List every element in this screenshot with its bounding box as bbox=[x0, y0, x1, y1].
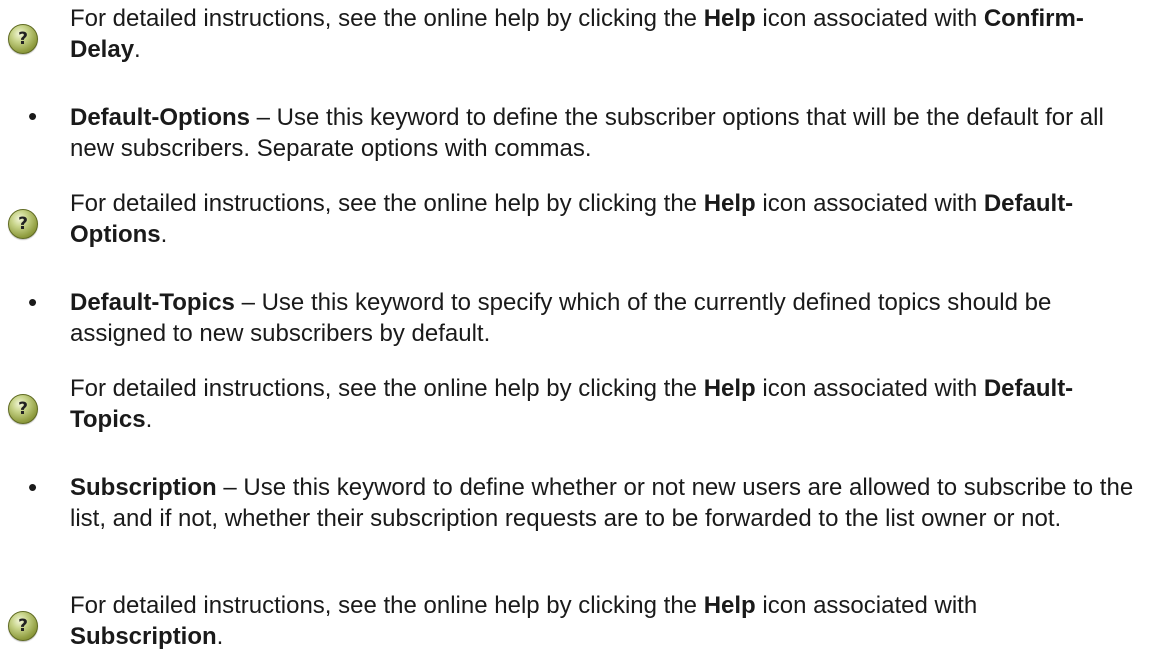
bullet: • bbox=[28, 287, 38, 317]
keyword-subscription: Subscription bbox=[70, 623, 217, 650]
bullet: • bbox=[28, 472, 38, 502]
list-item-text: Subscription – Use this keyword to defin… bbox=[70, 474, 1134, 532]
keyword-subscription: Subscription bbox=[70, 474, 217, 501]
help-label: Help bbox=[703, 592, 756, 619]
keyword-default-options: Default-Options bbox=[70, 104, 250, 131]
help-icon[interactable]: ? bbox=[8, 209, 38, 239]
help-icon[interactable]: ? bbox=[8, 611, 38, 641]
help-label: Help bbox=[703, 190, 756, 217]
list-item-text: Default-Options – Use this keyword to de… bbox=[70, 104, 1104, 162]
help-note-text: For detailed instructions, see the onlin… bbox=[70, 5, 1084, 63]
bullet: • bbox=[28, 101, 38, 131]
list-item-text: Default-Topics – Use this keyword to spe… bbox=[70, 289, 1052, 347]
help-note-text: For detailed instructions, see the onlin… bbox=[70, 375, 1074, 433]
help-label: Help bbox=[703, 5, 756, 32]
help-note-text: For detailed instructions, see the onlin… bbox=[70, 592, 978, 650]
keyword-default-topics: Default-Topics bbox=[70, 289, 235, 316]
help-icon[interactable]: ? bbox=[8, 394, 38, 424]
help-label: Help bbox=[703, 375, 756, 402]
help-icon[interactable]: ? bbox=[8, 24, 38, 54]
help-note-text: For detailed instructions, see the onlin… bbox=[70, 190, 1074, 248]
